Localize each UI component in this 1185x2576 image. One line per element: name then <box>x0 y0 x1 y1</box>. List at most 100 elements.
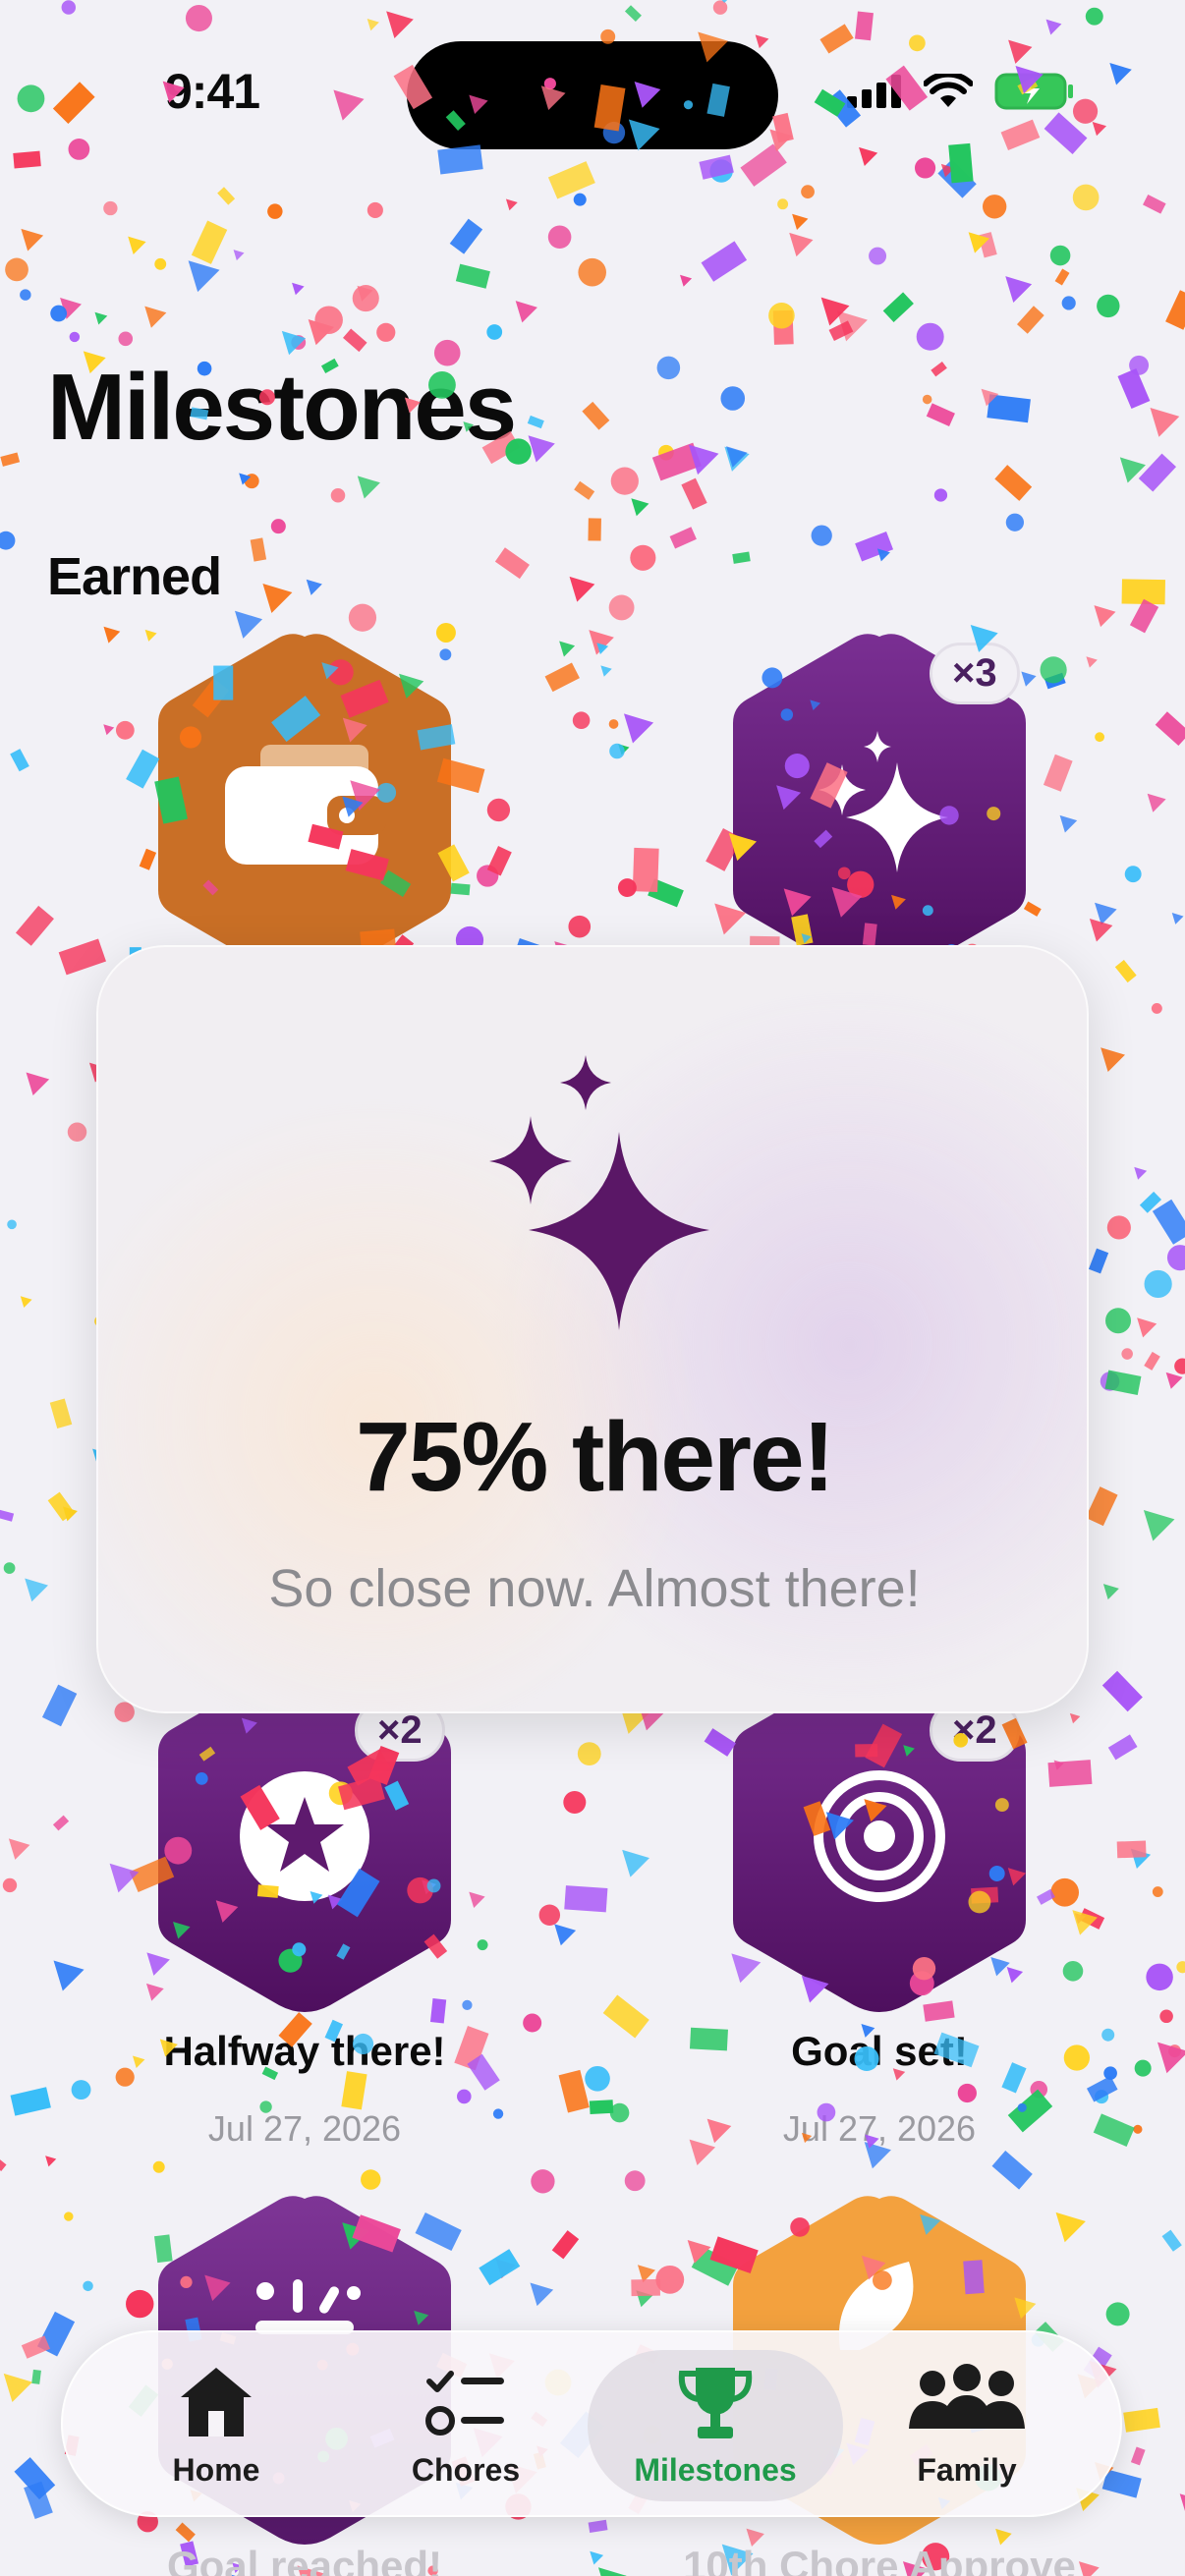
confetti-piece <box>1165 290 1185 330</box>
confetti-piece <box>53 1960 85 1991</box>
confetti-piece <box>1047 1760 1093 1787</box>
confetti-piece <box>45 2156 57 2167</box>
confetti-piece <box>777 198 789 210</box>
milestone-popup[interactable]: 75% there! So close now. Almost there! <box>96 945 1089 1713</box>
confetti-piece <box>609 2102 630 2123</box>
confetti-piece <box>687 2239 711 2264</box>
confetti-piece <box>103 200 118 216</box>
confetti-piece <box>1129 355 1150 375</box>
confetti-piece <box>1105 2302 1130 2326</box>
target-icon <box>814 1770 945 1902</box>
confetti-piece <box>52 82 95 124</box>
confetti-piece <box>564 1885 608 1913</box>
confetti-piece <box>578 257 606 287</box>
confetti-piece <box>1161 2229 1182 2252</box>
confetti-piece <box>978 232 997 258</box>
confetti-piece <box>505 198 518 211</box>
confetti-piece <box>538 1904 561 1926</box>
confetti-piece <box>1085 7 1103 26</box>
confetti-piece <box>1030 2080 1048 2099</box>
confetti-piece <box>1044 112 1088 154</box>
confetti-piece <box>637 2265 656 2283</box>
confetti-piece <box>2 1877 18 1893</box>
confetti-piece <box>596 643 609 654</box>
confetti-piece <box>680 274 693 287</box>
confetti-piece <box>811 525 832 546</box>
confetti-piece <box>968 232 989 253</box>
confetti-piece <box>590 2550 604 2565</box>
confetti-piece <box>1074 1913 1086 1925</box>
confetti-piece <box>701 241 748 282</box>
confetti-piece <box>922 394 932 405</box>
badge-label: Goal reached! <box>166 2543 443 2576</box>
confetti-piece <box>1134 1166 1148 1180</box>
confetti-piece <box>1107 1734 1138 1761</box>
confetti-piece <box>361 2169 381 2190</box>
confetti-piece <box>1171 913 1184 924</box>
confetti-piece <box>982 195 1007 219</box>
confetti-piece <box>1072 1910 1098 1935</box>
confetti-piece <box>69 331 81 343</box>
confetti-piece <box>1101 1670 1143 1712</box>
confetti-piece <box>1095 902 1117 925</box>
confetti-piece <box>71 2080 91 2100</box>
confetti-piece <box>1055 2212 1086 2243</box>
confetti-piece <box>1168 2044 1182 2058</box>
confetti-piece <box>281 330 307 356</box>
confetti-piece <box>1147 793 1166 812</box>
confetti-piece <box>306 579 322 595</box>
confetti-piece <box>83 2280 93 2292</box>
confetti-piece <box>1043 754 1073 792</box>
tab-home[interactable]: Home <box>88 2350 344 2501</box>
confetti-piece <box>185 5 212 32</box>
confetti-piece <box>630 544 656 571</box>
confetti-piece <box>699 154 734 180</box>
confetti-piece <box>559 641 576 657</box>
confetti-piece <box>462 1999 473 2010</box>
confetti-piece <box>1174 1358 1185 1374</box>
confetti-piece <box>789 232 814 257</box>
confetti-piece <box>1078 1908 1105 1930</box>
confetti-piece <box>981 388 999 407</box>
confetti-piece <box>624 5 642 23</box>
confetti-piece <box>0 452 21 467</box>
confetti-piece <box>250 537 267 562</box>
confetti-piece <box>486 798 511 822</box>
confetti-piece <box>1088 1248 1109 1274</box>
confetti-piece <box>115 720 135 740</box>
confetti-piece <box>1089 918 1113 942</box>
confetti-piece <box>631 2278 660 2297</box>
tab-chores[interactable]: Chores <box>338 2350 593 2501</box>
confetti-piece <box>957 2083 977 2103</box>
confetti-piece <box>855 11 874 41</box>
confetti-piece <box>712 0 728 15</box>
confetti-piece <box>916 322 944 351</box>
confetti-piece <box>15 905 54 946</box>
confetti-piece <box>1143 194 1166 214</box>
badge-sparkles[interactable]: ×3 <box>727 631 1032 982</box>
confetti-piece <box>1105 1308 1131 1334</box>
confetti-piece <box>469 1891 485 1908</box>
sparkles-icon <box>818 731 948 872</box>
confetti-piece <box>36 2311 76 2357</box>
badge-wallet[interactable] <box>152 631 457 982</box>
tab-milestones[interactable]: Milestones <box>588 2350 843 2501</box>
confetti-piece <box>477 1939 488 1951</box>
confetti-piece <box>1072 184 1100 211</box>
wifi-icon <box>924 74 973 107</box>
confetti-piece <box>588 2519 608 2534</box>
confetti-piece <box>357 476 380 499</box>
confetti-piece <box>600 665 612 677</box>
confetti-piece <box>876 548 890 562</box>
confetti-piece <box>477 865 499 887</box>
confetti-piece <box>341 2071 367 2110</box>
tab-family[interactable]: Family <box>839 2350 1095 2501</box>
confetti-piece <box>610 467 639 495</box>
confetti-piece <box>314 306 343 334</box>
section-title-earned: Earned <box>47 547 222 606</box>
confetti-piece <box>1103 2066 1117 2081</box>
confetti-piece <box>495 2259 516 2279</box>
confetti-piece <box>457 2089 472 2104</box>
confetti-piece <box>144 306 167 328</box>
confetti-piece <box>58 938 106 976</box>
